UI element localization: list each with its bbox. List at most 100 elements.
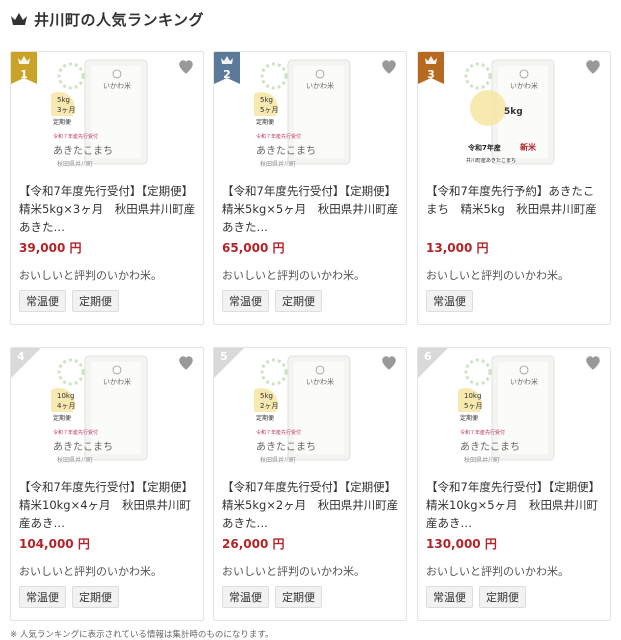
svg-text:秋田県井川町: 秋田県井川町 (57, 160, 93, 168)
svg-text:5ヶ月: 5ヶ月 (464, 402, 482, 410)
svg-text:井川町産あきたこまち: 井川町産あきたこまち (466, 157, 516, 164)
favorite-heart-icon[interactable] (177, 354, 195, 372)
favorite-heart-icon[interactable] (177, 58, 195, 76)
rank-number: 1 (20, 68, 28, 81)
product-description: おいしいと評判のいかわ米。 (222, 565, 365, 578)
svg-text:5kg: 5kg (504, 107, 523, 117)
svg-text:10kg: 10kg (464, 392, 481, 400)
rank-number: 4 (17, 350, 25, 363)
page-title: 井川町の人気ランキング (34, 10, 205, 29)
favorite-heart-icon[interactable] (380, 354, 398, 372)
svg-text:4ヶ月: 4ヶ月 (57, 402, 75, 410)
rank-number: 2 (223, 68, 231, 81)
svg-text:令和７年産先行受付: 令和７年産先行受付 (256, 429, 301, 436)
shipping-tag: 定期便 (275, 586, 322, 608)
product-image[interactable]: いかわ米 10kg 5ヶ月 定期便 令和７年産先行受付 あきたこまち 秋田県井川… (458, 354, 568, 464)
shipping-tag: 定期便 (72, 586, 119, 608)
svg-text:秋田県井川町: 秋田県井川町 (260, 456, 296, 464)
shipping-tag: 常温便 (222, 290, 269, 312)
tag-list: 常温便 (426, 290, 473, 312)
product-description: おいしいと評判のいかわ米。 (426, 565, 569, 578)
rank-number: 3 (427, 68, 435, 81)
svg-text:秋田県井川町: 秋田県井川町 (464, 456, 500, 464)
product-price: 39,000 円 (19, 241, 82, 255)
rank-number: 6 (424, 350, 432, 363)
svg-text:いかわ米: いかわ米 (510, 81, 538, 90)
svg-text:令和７年産先行受付: 令和７年産先行受付 (53, 429, 98, 436)
ranking-header: 井川町の人気ランキング (10, 6, 204, 32)
footnote: ※ 人気ランキングに表示されている情報は集計時のものになります。 (10, 630, 274, 640)
product-card-5[interactable]: 5 いかわ米 5kg 2ヶ月 定期便 令和７年産先行受付 あきたこまち 秋田県井… (213, 347, 407, 621)
tag-list: 常温便 定期便 (19, 290, 119, 312)
svg-text:あきたこまち: あきたこまち (460, 441, 520, 453)
favorite-heart-icon[interactable] (380, 58, 398, 76)
product-image[interactable]: いかわ米 10kg 4ヶ月 定期便 令和７年産先行受付 あきたこまち 秋田県井川… (51, 354, 161, 464)
svg-text:あきたこまち: あきたこまち (256, 441, 316, 453)
svg-text:いかわ米: いかわ米 (510, 377, 538, 386)
shipping-tag: 定期便 (479, 586, 526, 608)
product-card-1[interactable]: 1 いかわ米 5kg 3ヶ月 定期便 令和７年産先行受付 あきたこまち 秋田県井… (10, 51, 204, 325)
product-name[interactable]: 【令和7年度先行予約】あきたこまち 精米5kg 秋田県井川町産 (426, 182, 604, 236)
product-image[interactable]: いかわ米 5kg 令和7年産 新米 井川町産あきたこまち (458, 58, 568, 168)
rank-number: 5 (220, 350, 228, 363)
shipping-tag: 常温便 (426, 586, 473, 608)
svg-text:2ヶ月: 2ヶ月 (260, 402, 278, 410)
rank-badge (11, 348, 41, 378)
svg-text:いかわ米: いかわ米 (103, 377, 131, 386)
svg-text:5kg: 5kg (57, 96, 70, 104)
svg-text:定期便: 定期便 (460, 414, 478, 422)
svg-text:定期便: 定期便 (53, 118, 71, 126)
product-card-3[interactable]: 3 いかわ米 5kg 令和7年産 新米 井川町産あきたこまち 【令和7年度先行予… (417, 51, 611, 325)
svg-text:いかわ米: いかわ米 (306, 377, 334, 386)
svg-text:秋田県井川町: 秋田県井川町 (260, 160, 296, 168)
favorite-heart-icon[interactable] (584, 58, 602, 76)
svg-text:いかわ米: いかわ米 (306, 81, 334, 90)
product-description: おいしいと評判のいかわ米。 (19, 565, 162, 578)
svg-text:令和７年産先行受付: 令和７年産先行受付 (256, 133, 301, 140)
tag-list: 常温便 定期便 (222, 290, 322, 312)
product-card-4[interactable]: 4 いかわ米 10kg 4ヶ月 定期便 令和７年産先行受付 あきたこまち 秋田県… (10, 347, 204, 621)
product-name[interactable]: 【令和7年度先行受付】【定期便】精米10kg×4ヶ月 秋田県井川町産あき… (19, 478, 197, 532)
svg-text:定期便: 定期便 (53, 414, 71, 422)
svg-text:5kg: 5kg (260, 392, 273, 400)
product-price: 26,000 円 (222, 537, 285, 551)
svg-text:いかわ米: いかわ米 (103, 81, 131, 90)
shipping-tag: 定期便 (275, 290, 322, 312)
crown-icon (11, 13, 27, 25)
product-image[interactable]: いかわ米 5kg 3ヶ月 定期便 令和７年産先行受付 あきたこまち 秋田県井川町 (51, 58, 161, 168)
product-name[interactable]: 【令和7年度先行受付】【定期便】精米5kg×5ヶ月 秋田県井川町産あきた… (222, 182, 400, 236)
product-price: 65,000 円 (222, 241, 285, 255)
svg-text:令和７年産先行受付: 令和７年産先行受付 (460, 429, 505, 436)
svg-text:令和７年産先行受付: 令和７年産先行受付 (53, 133, 98, 140)
svg-text:あきたこまち: あきたこまち (53, 441, 113, 453)
svg-text:あきたこまち: あきたこまち (53, 145, 113, 157)
shipping-tag: 定期便 (72, 290, 119, 312)
svg-text:3ヶ月: 3ヶ月 (57, 106, 75, 114)
product-description: おいしいと評判のいかわ米。 (222, 269, 365, 282)
svg-text:秋田県井川町: 秋田県井川町 (57, 456, 93, 464)
svg-text:定期便: 定期便 (256, 414, 274, 422)
product-card-2[interactable]: 2 いかわ米 5kg 5ヶ月 定期便 令和７年産先行受付 あきたこまち 秋田県井… (213, 51, 407, 325)
svg-text:新米: 新米 (520, 142, 537, 152)
product-price: 130,000 円 (426, 537, 497, 551)
rank-badge (214, 348, 244, 378)
product-card-6[interactable]: 6 いかわ米 10kg 5ヶ月 定期便 令和７年産先行受付 あきたこまち 秋田県… (417, 347, 611, 621)
svg-text:5kg: 5kg (260, 96, 273, 104)
svg-text:令和7年産: 令和7年産 (467, 143, 501, 152)
shipping-tag: 常温便 (19, 290, 66, 312)
svg-text:5ヶ月: 5ヶ月 (260, 106, 278, 114)
product-name[interactable]: 【令和7年度先行受付】【定期便】精米5kg×2ヶ月 秋田県井川町産あきた… (222, 478, 400, 532)
product-image[interactable]: いかわ米 5kg 2ヶ月 定期便 令和７年産先行受付 あきたこまち 秋田県井川町 (254, 354, 364, 464)
product-name[interactable]: 【令和7年度先行受付】【定期便】精米5kg×3ヶ月 秋田県井川町産あきた… (19, 182, 197, 236)
favorite-heart-icon[interactable] (584, 354, 602, 372)
svg-text:あきたこまち: あきたこまち (256, 145, 316, 157)
shipping-tag: 常温便 (426, 290, 473, 312)
shipping-tag: 常温便 (19, 586, 66, 608)
product-description: おいしいと評判のいかわ米。 (426, 269, 569, 282)
tag-list: 常温便 定期便 (222, 586, 322, 608)
tag-list: 常温便 定期便 (19, 586, 119, 608)
product-image[interactable]: いかわ米 5kg 5ヶ月 定期便 令和７年産先行受付 あきたこまち 秋田県井川町 (254, 58, 364, 168)
product-price: 104,000 円 (19, 537, 90, 551)
product-name[interactable]: 【令和7年度先行受付】【定期便】精米10kg×5ヶ月 秋田県井川町産あき… (426, 478, 604, 532)
product-description: おいしいと評判のいかわ米。 (19, 269, 162, 282)
